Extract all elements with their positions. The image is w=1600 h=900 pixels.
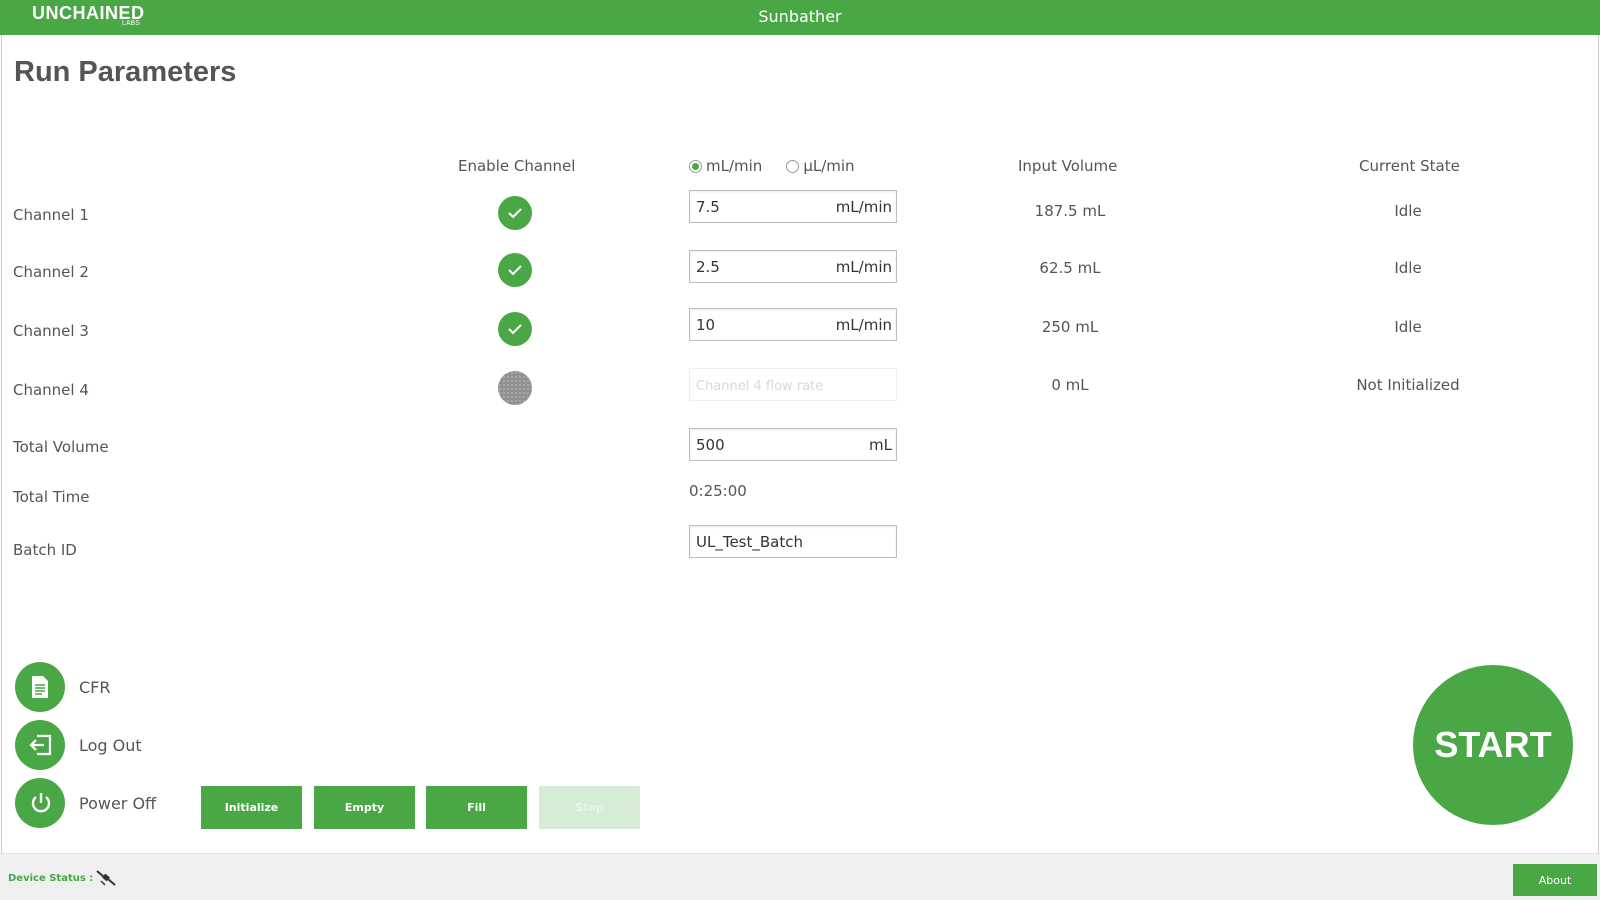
batch-id-field[interactable]	[689, 525, 897, 558]
total-volume-field[interactable]: mL	[689, 428, 897, 461]
cfr-label: CFR	[79, 677, 111, 697]
total-volume-unit: mL	[869, 436, 892, 454]
page-title: Run Parameters	[14, 56, 237, 88]
channel-3-label: Channel 3	[13, 322, 89, 340]
cfr-icon-circle	[15, 662, 65, 712]
log-out-icon-circle	[15, 720, 65, 770]
radio-ml-per-min[interactable]	[689, 159, 702, 173]
total-time-value: 0:25:00	[689, 482, 747, 500]
channel-2-enable-toggle[interactable]	[498, 253, 532, 287]
app-title: Sunbather	[758, 7, 842, 26]
channel-3-state: Idle	[1394, 318, 1422, 336]
channel-1-flow-field[interactable]: mL/min	[689, 190, 897, 223]
channel-1-enable-toggle[interactable]	[498, 196, 532, 230]
check-icon	[508, 208, 522, 219]
fill-button[interactable]: Fill	[426, 786, 527, 829]
log-out-button[interactable]: Log Out	[15, 720, 142, 770]
channel-1-state: Idle	[1394, 202, 1422, 220]
title-bar: UNCHAINED LABS Sunbather	[0, 0, 1600, 35]
header-input-volume: Input Volume	[1018, 157, 1118, 175]
power-off-icon-circle	[15, 778, 65, 828]
channel-3-flow-input[interactable]	[690, 309, 840, 340]
channel-3-enable-toggle[interactable]	[498, 312, 532, 346]
total-volume-label: Total Volume	[13, 438, 109, 456]
power-icon	[31, 793, 51, 813]
channel-4-enable-toggle[interactable]	[498, 371, 532, 405]
about-button[interactable]: About	[1513, 864, 1597, 896]
channel-4-state: Not Initialized	[1356, 376, 1460, 394]
channel-3-flow-field[interactable]: mL/min	[689, 308, 897, 341]
cfr-button[interactable]: CFR	[15, 662, 111, 712]
start-button[interactable]: START	[1413, 665, 1573, 825]
stop-button[interactable]: Stop	[539, 786, 640, 829]
initialize-button[interactable]: Initialize	[201, 786, 302, 829]
channel-1-label: Channel 1	[13, 206, 89, 224]
channel-2-flow-unit: mL/min	[835, 258, 892, 276]
channel-1-flow-unit: mL/min	[835, 198, 892, 216]
channel-4-input-volume: 0 mL	[1051, 376, 1089, 394]
channel-2-input-volume: 62.5 mL	[1039, 259, 1101, 277]
radio-ul-per-min-label: µL/min	[803, 157, 855, 175]
document-icon	[32, 676, 48, 698]
channel-2-state: Idle	[1394, 259, 1422, 277]
flow-unit-selector: mL/min µL/min	[689, 157, 855, 175]
channel-2-flow-field[interactable]: mL/min	[689, 250, 897, 283]
log-out-label: Log Out	[79, 735, 142, 755]
logout-icon	[29, 734, 52, 756]
channel-2-label: Channel 2	[13, 263, 89, 281]
power-off-label: Power Off	[79, 793, 157, 813]
disconnected-plug-icon	[96, 870, 116, 886]
channel-3-input-volume: 250 mL	[1041, 318, 1099, 336]
channel-3-flow-unit: mL/min	[835, 316, 892, 334]
channel-4-flow-field[interactable]	[689, 368, 897, 401]
channel-4-label: Channel 4	[13, 381, 89, 399]
radio-ml-per-min-label: mL/min	[706, 157, 763, 175]
empty-button[interactable]: Empty	[314, 786, 415, 829]
power-off-button[interactable]: Power Off	[15, 778, 156, 828]
total-time-label: Total Time	[13, 488, 90, 506]
header-current-state: Current State	[1359, 157, 1460, 175]
channel-2-flow-input[interactable]	[690, 251, 840, 282]
status-bar: Device Status : About	[0, 853, 1600, 900]
batch-id-input[interactable]	[690, 526, 890, 557]
total-volume-input[interactable]	[690, 429, 840, 460]
check-icon	[508, 265, 522, 276]
check-icon	[508, 324, 522, 335]
radio-ul-per-min[interactable]	[786, 159, 800, 173]
channel-1-flow-input[interactable]	[690, 191, 840, 222]
device-status-label: Device Status :	[8, 873, 94, 884]
channel-1-input-volume: 187.5 mL	[1034, 202, 1106, 220]
channel-4-flow-input[interactable]	[690, 369, 890, 400]
header-enable-channel: Enable Channel	[458, 157, 576, 175]
batch-id-label: Batch ID	[13, 541, 77, 559]
